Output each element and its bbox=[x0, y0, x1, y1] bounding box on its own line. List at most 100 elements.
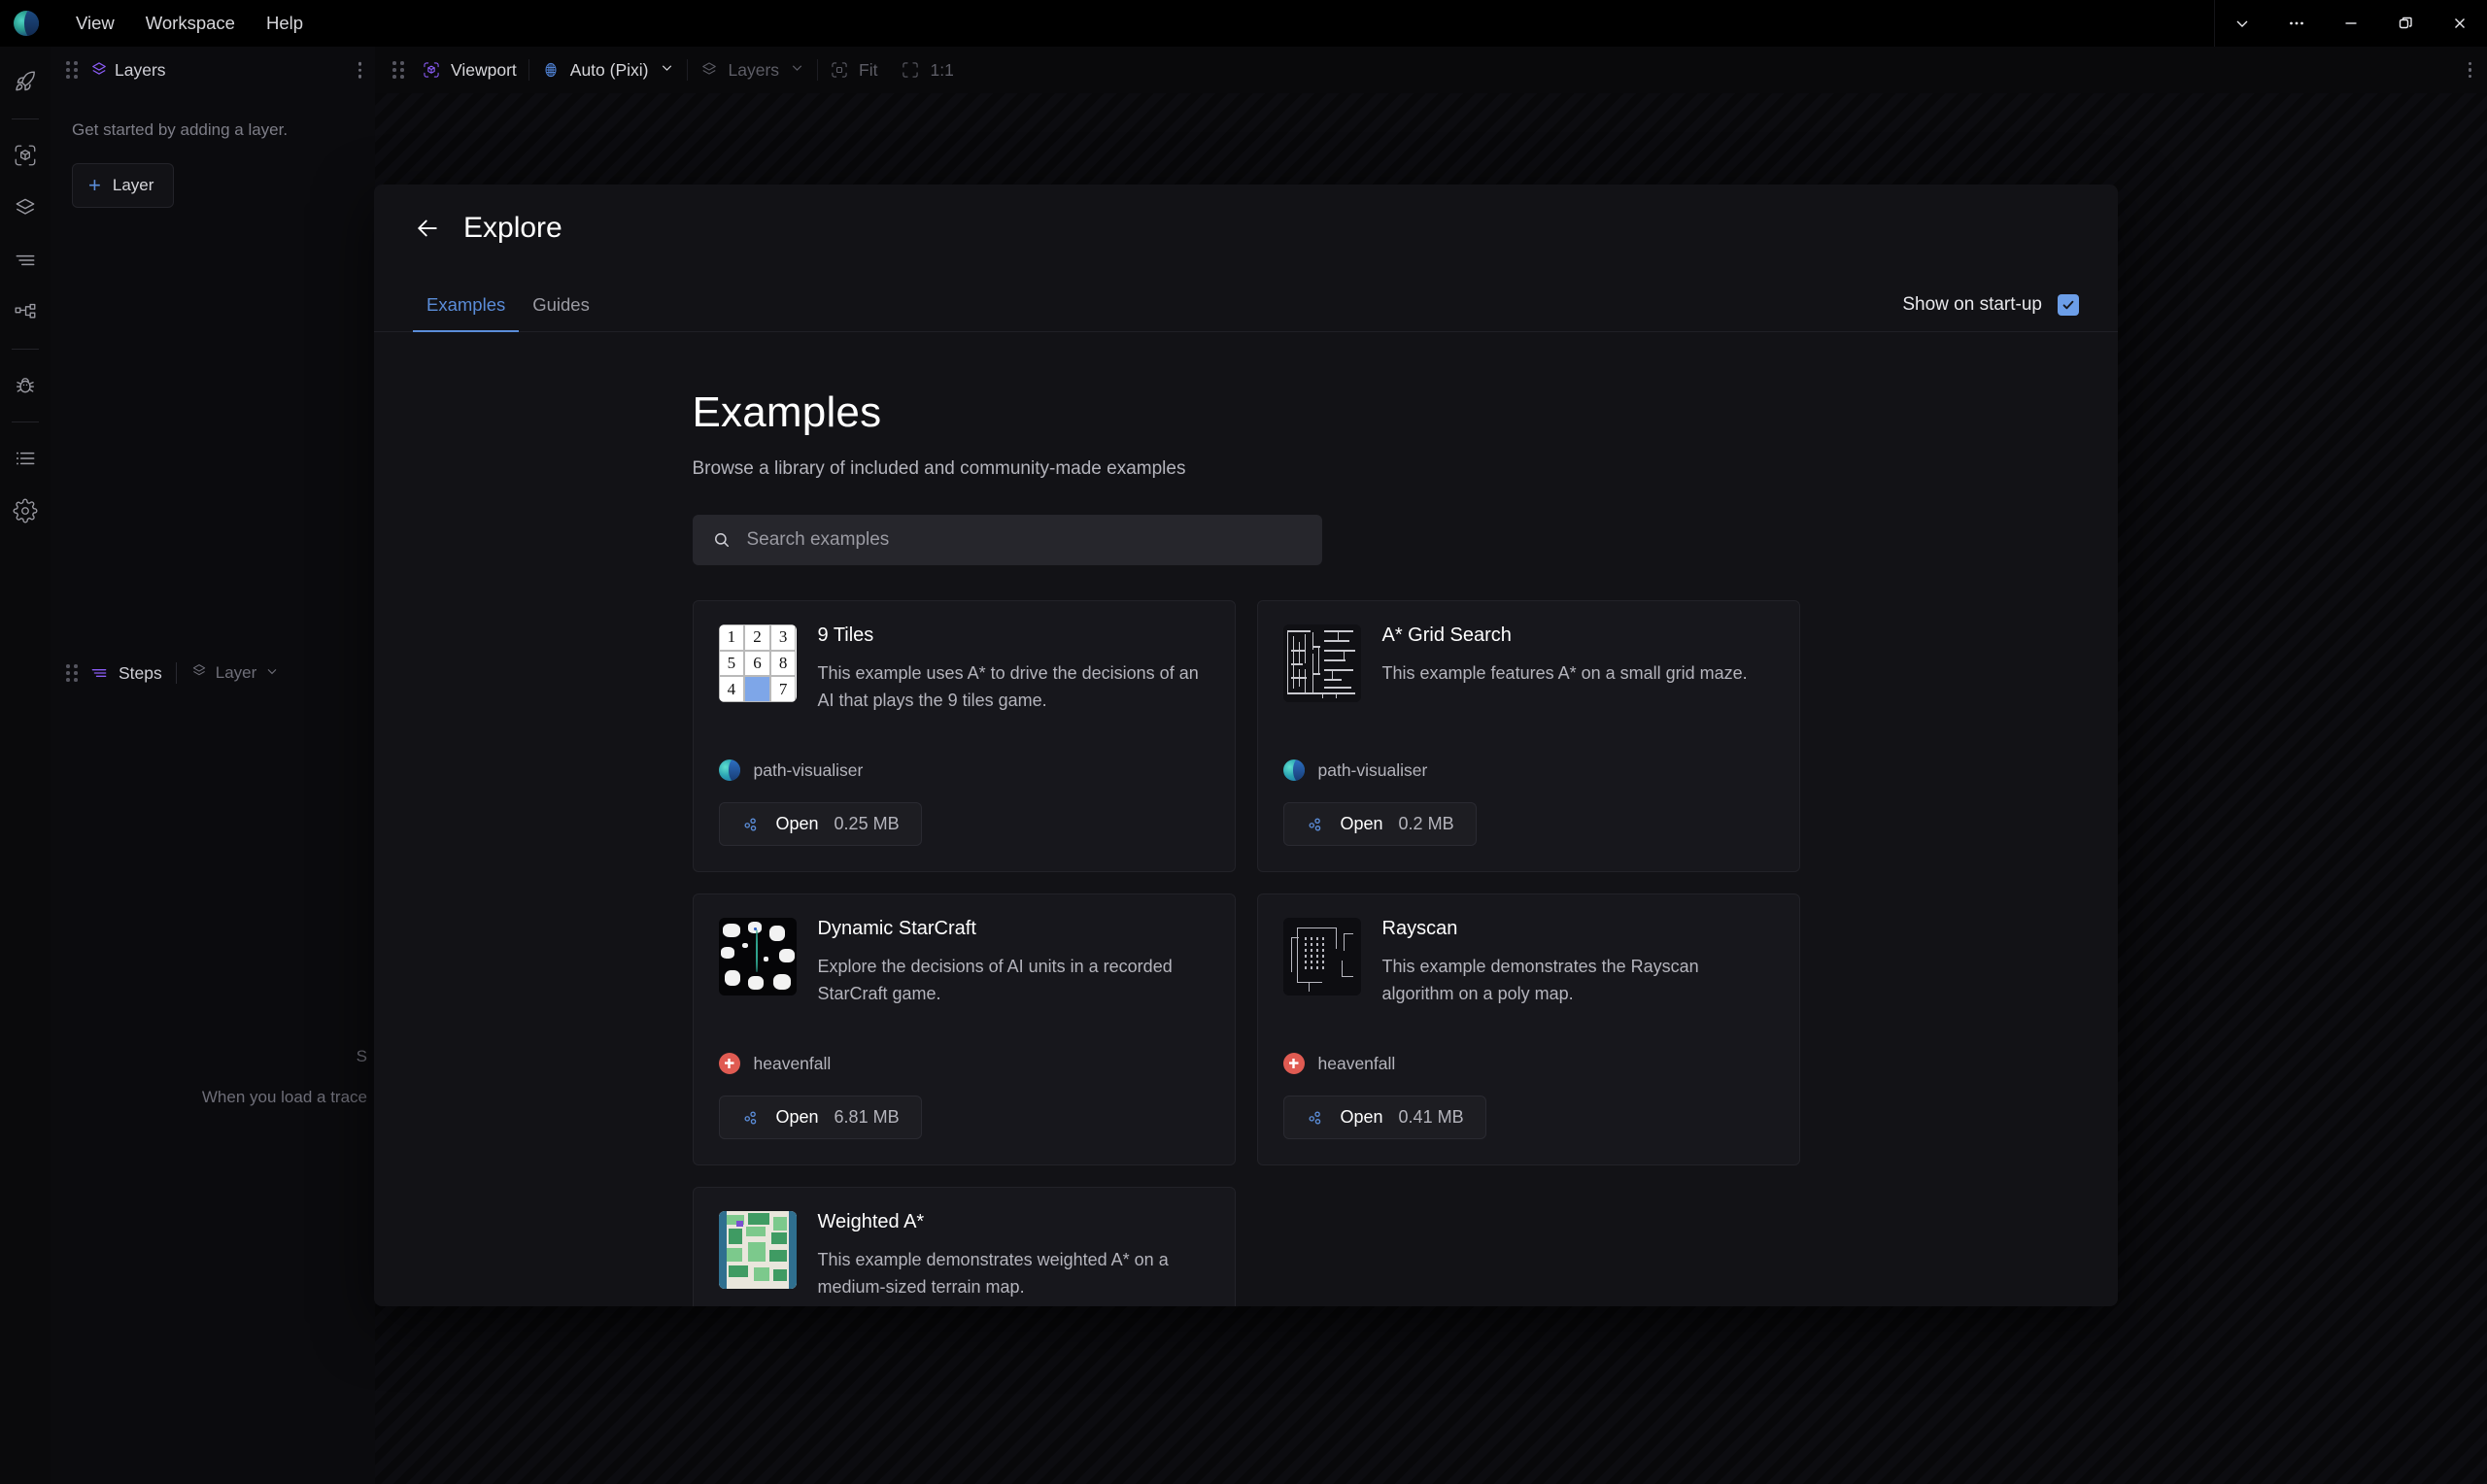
layers-icon bbox=[89, 60, 109, 80]
example-size: 0.25 MB bbox=[834, 814, 900, 833]
chevron-down-icon[interactable] bbox=[2215, 0, 2269, 47]
steps-panel-title: Steps bbox=[119, 662, 162, 683]
layers-empty-message: Get started by adding a layer. bbox=[72, 120, 289, 139]
open-example-button[interactable]: Open 0.41 MB bbox=[1282, 1096, 1486, 1139]
window-controls bbox=[2214, 0, 2487, 47]
example-description: This example demonstrates the Rayscan al… bbox=[1381, 957, 1699, 1003]
show-on-startup-control[interactable]: Show on start-up bbox=[1902, 294, 2079, 316]
fit-label: Fit bbox=[859, 59, 878, 80]
list-icon[interactable] bbox=[4, 437, 47, 480]
close-icon[interactable] bbox=[2433, 0, 2487, 47]
example-card[interactable]: Dynamic StarCraft Explore the decisions … bbox=[692, 894, 1236, 1165]
example-card[interactable]: A* Grid Search This example features A* … bbox=[1256, 600, 1800, 872]
add-layer-button[interactable]: + Layer bbox=[72, 163, 175, 208]
open-label: Open bbox=[1340, 1107, 1383, 1127]
zoom-label: 1:1 bbox=[930, 59, 954, 80]
panel-more-icon[interactable] bbox=[358, 61, 361, 79]
layers-icon[interactable] bbox=[4, 186, 47, 229]
chevron-down-icon bbox=[789, 59, 805, 81]
dialog-tabs: Examples Guides Show on start-up bbox=[374, 272, 2118, 332]
tile-cell: 5 bbox=[718, 650, 745, 677]
open-nodes-icon bbox=[741, 1108, 761, 1128]
nine-tiles-thumbnail-icon: 1 2 3 5 6 8 4 7 bbox=[718, 624, 797, 702]
open-example-button[interactable]: Open 6.81 MB bbox=[718, 1096, 922, 1139]
example-author-name: heavenfall bbox=[753, 1053, 832, 1073]
drag-handle-icon[interactable] bbox=[66, 61, 80, 79]
example-author: path-visualiser bbox=[718, 759, 1209, 781]
example-card[interactable]: Weighted A* This example demonstrates we… bbox=[692, 1187, 1236, 1306]
example-size: 0.41 MB bbox=[1398, 1107, 1464, 1127]
plus-icon: + bbox=[88, 173, 101, 197]
open-nodes-icon bbox=[1306, 1108, 1325, 1128]
viewport-drag-handle[interactable] bbox=[375, 61, 410, 79]
open-label: Open bbox=[775, 814, 819, 833]
search-examples-field[interactable] bbox=[692, 515, 1322, 565]
viewport-label-group[interactable]: Viewport bbox=[410, 60, 528, 81]
application-window: View Workspace Help Layers Get started b… bbox=[0, 0, 2487, 1484]
example-author-name: heavenfall bbox=[1317, 1053, 1396, 1073]
example-thumbnail: 1 2 3 5 6 8 4 7 bbox=[718, 624, 797, 702]
tab-examples[interactable]: Examples bbox=[413, 294, 520, 332]
example-description: This example demonstrates weighted A* on… bbox=[817, 1250, 1169, 1297]
renderer-icon bbox=[541, 60, 561, 80]
graph-icon[interactable] bbox=[4, 291, 47, 334]
terrain-map-thumbnail-icon bbox=[718, 1211, 797, 1289]
arrow-left-icon[interactable] bbox=[413, 214, 442, 243]
minimize-icon[interactable] bbox=[2324, 0, 2378, 47]
show-on-startup-checkbox[interactable] bbox=[2058, 294, 2079, 316]
steps-drag-handle-icon[interactable] bbox=[66, 664, 80, 682]
viewport-more-icon[interactable] bbox=[2468, 61, 2471, 79]
rocket-icon[interactable] bbox=[4, 61, 47, 104]
expand-icon bbox=[901, 60, 920, 80]
example-card[interactable]: Rayscan This example demonstrates the Ra… bbox=[1256, 894, 1800, 1165]
search-icon bbox=[712, 530, 732, 550]
tile-cell: 4 bbox=[718, 676, 745, 702]
maximize-icon[interactable] bbox=[2378, 0, 2433, 47]
steps-layer-selector[interactable]: Layer bbox=[190, 662, 281, 685]
steps-icon[interactable] bbox=[4, 239, 47, 282]
rail-divider-2 bbox=[12, 349, 39, 350]
chevron-down-icon bbox=[264, 663, 280, 684]
menu-item-workspace[interactable]: Workspace bbox=[132, 7, 249, 40]
menu-item-help[interactable]: Help bbox=[253, 7, 317, 40]
toolbar-layers-selector[interactable]: Layers bbox=[688, 59, 818, 81]
search-input[interactable] bbox=[746, 529, 1303, 551]
viewport-drag-handle-icon[interactable] bbox=[392, 61, 406, 79]
dialog-title: Explore bbox=[463, 212, 562, 244]
renderer-selector[interactable]: Auto (Pixi) bbox=[529, 59, 687, 81]
page-subtitle: Browse a library of included and communi… bbox=[692, 458, 1186, 479]
tile-cell: 2 bbox=[744, 624, 770, 651]
example-thumbnail bbox=[718, 1211, 797, 1289]
example-description: This example uses A* to drive the decisi… bbox=[817, 663, 1199, 710]
avatar bbox=[1282, 759, 1305, 781]
starcraft-map-thumbnail-icon bbox=[718, 918, 797, 995]
open-example-button[interactable]: Open 0.25 MB bbox=[718, 802, 922, 846]
example-thumbnail bbox=[1282, 918, 1361, 995]
tile-cell: 6 bbox=[744, 650, 770, 677]
more-options-icon[interactable] bbox=[2269, 0, 2324, 47]
open-example-button[interactable]: Open 0.2 MB bbox=[1282, 802, 1477, 846]
zoom-reset-button[interactable]: 1:1 bbox=[889, 60, 965, 81]
fit-icon bbox=[830, 60, 849, 80]
example-card[interactable]: 1 2 3 5 6 8 4 7 9 Tiles This example use… bbox=[692, 600, 1236, 872]
tile-cell: 8 bbox=[769, 650, 797, 677]
example-author: heavenfall bbox=[718, 1053, 1209, 1074]
gear-icon[interactable] bbox=[4, 489, 47, 532]
example-title: Rayscan bbox=[1381, 918, 1458, 939]
rail-divider bbox=[12, 118, 39, 119]
layers-panel-title: Layers bbox=[115, 59, 166, 80]
steps-panel-header: Steps Layer bbox=[51, 651, 375, 695]
scene-cube-icon[interactable] bbox=[4, 134, 47, 177]
avatar bbox=[1282, 1053, 1305, 1074]
fit-button[interactable]: Fit bbox=[818, 60, 889, 81]
left-icon-rail bbox=[0, 47, 51, 1484]
dialog-body: Examples Browse a library of included an… bbox=[374, 332, 2118, 1306]
open-label: Open bbox=[775, 1107, 819, 1127]
menu-item-view[interactable]: View bbox=[62, 7, 128, 40]
layers-panel-body: Get started by adding a layer. + Layer bbox=[51, 93, 375, 208]
avatar bbox=[718, 759, 740, 781]
open-nodes-icon bbox=[1306, 815, 1325, 834]
tab-guides[interactable]: Guides bbox=[519, 294, 603, 331]
grid-maze-thumbnail-icon bbox=[1282, 624, 1361, 702]
bug-icon[interactable] bbox=[4, 364, 47, 407]
